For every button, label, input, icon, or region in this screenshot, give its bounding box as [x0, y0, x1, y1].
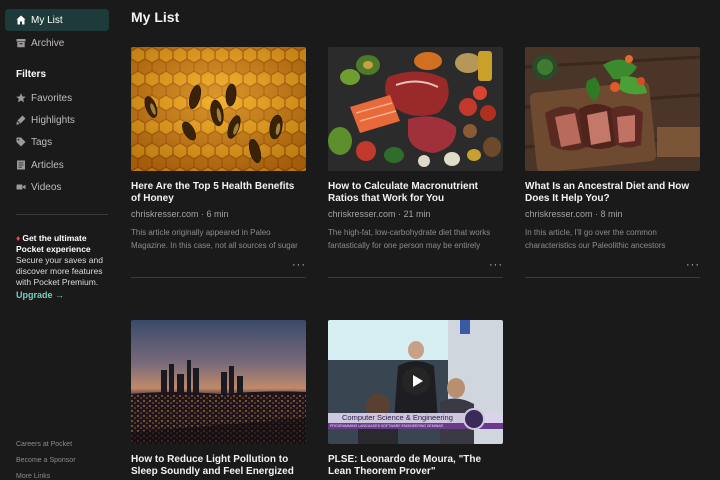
university-seal-icon — [463, 408, 485, 430]
card-meta: chriskresser.com · 6 min — [131, 209, 229, 219]
page-title: My List — [131, 9, 180, 25]
more-links-link[interactable]: More Links — [16, 473, 50, 480]
upgrade-link[interactable]: Upgrade → — [16, 290, 64, 300]
nav-my-list-label: My List — [31, 14, 63, 26]
card-title[interactable]: Here Are the Top 5 Health Benefits of Ho… — [131, 181, 306, 205]
card-footer: ··· — [131, 252, 306, 278]
tag-icon — [16, 137, 26, 147]
promo-body: Secure your saves and discover more feat… — [16, 255, 103, 287]
article-card[interactable]: How to Reduce Light Pollution to Sleep S… — [131, 320, 306, 478]
sidebar: My List Archive Filters Favorites Highli… — [0, 0, 118, 480]
nav-favorites-label: Favorites — [31, 92, 73, 104]
nav-favorites[interactable]: Favorites — [5, 87, 109, 109]
video-camera-icon — [16, 182, 26, 192]
play-icon — [412, 375, 423, 387]
star-icon — [16, 93, 26, 103]
archive-icon — [16, 38, 26, 48]
nav-videos-label: Videos — [31, 181, 62, 193]
article-card[interactable]: Here Are the Top 5 Health Benefits of Ho… — [131, 47, 306, 278]
promo-title: Get the ultimate Pocket experience — [16, 233, 91, 254]
card-footer: ··· — [328, 252, 503, 278]
sidebar-divider — [16, 214, 108, 215]
gem-icon: ♦ — [16, 233, 21, 243]
sponsor-link[interactable]: Become a Sponsor — [16, 457, 76, 464]
article-icon — [16, 160, 26, 170]
play-button[interactable] — [402, 367, 430, 395]
nav-highlights[interactable]: Highlights — [5, 109, 109, 131]
card-title[interactable]: How to Reduce Light Pollution to Sleep S… — [131, 454, 306, 478]
thumbnail-city-night[interactable] — [131, 320, 306, 444]
nav-videos[interactable]: Videos — [5, 176, 109, 198]
card-footer: ··· — [525, 252, 700, 278]
careers-link[interactable]: Careers at Pocket — [16, 441, 72, 448]
home-icon — [16, 15, 26, 25]
card-excerpt: The high-fat, low-carbohydrate diet that… — [328, 228, 491, 250]
thumbnail-lecture-video[interactable]: Computer Science & Engineering PROGRAMMI… — [328, 320, 503, 444]
card-title[interactable]: What Is an Ancestral Diet and How Does I… — [525, 181, 700, 205]
card-meta: chriskresser.com · 21 min — [328, 209, 431, 219]
thumbnail-food-spread[interactable] — [328, 47, 503, 171]
more-options-icon[interactable]: ··· — [489, 260, 503, 271]
thumbnail-sliced-steak[interactable] — [525, 47, 700, 171]
more-options-icon[interactable]: ··· — [686, 260, 700, 271]
nav-archive[interactable]: Archive — [5, 32, 109, 54]
video-card[interactable]: Computer Science & Engineering PROGRAMMI… — [328, 320, 503, 478]
card-excerpt: This article originally appeared in Pale… — [131, 228, 298, 250]
nav-highlights-label: Highlights — [31, 114, 75, 126]
thumbnail-honeycomb[interactable] — [131, 47, 306, 171]
premium-promo: ♦ Get the ultimate Pocket experience Secu… — [16, 233, 112, 288]
article-card[interactable]: What Is an Ancestral Diet and How Does I… — [525, 47, 700, 278]
card-title[interactable]: How to Calculate Macronutrient Ratios th… — [328, 181, 503, 205]
article-card[interactable]: How to Calculate Macronutrient Ratios th… — [328, 47, 503, 278]
filters-heading: Filters — [16, 69, 47, 80]
more-options-icon[interactable]: ··· — [292, 260, 306, 271]
nav-tags[interactable]: Tags — [5, 131, 109, 153]
card-meta: chriskresser.com · 8 min — [525, 209, 623, 219]
nav-tags-label: Tags — [31, 136, 53, 148]
card-title[interactable]: PLSE: Leonardo de Moura, "The Lean Theor… — [328, 454, 503, 478]
nav-articles-label: Articles — [31, 159, 64, 171]
nav-articles[interactable]: Articles — [5, 154, 109, 176]
nav-archive-label: Archive — [31, 37, 65, 49]
nav-my-list[interactable]: My List — [5, 9, 109, 31]
card-excerpt: In this article, I'll go over the common… — [525, 228, 666, 250]
highlighter-icon — [16, 115, 26, 125]
